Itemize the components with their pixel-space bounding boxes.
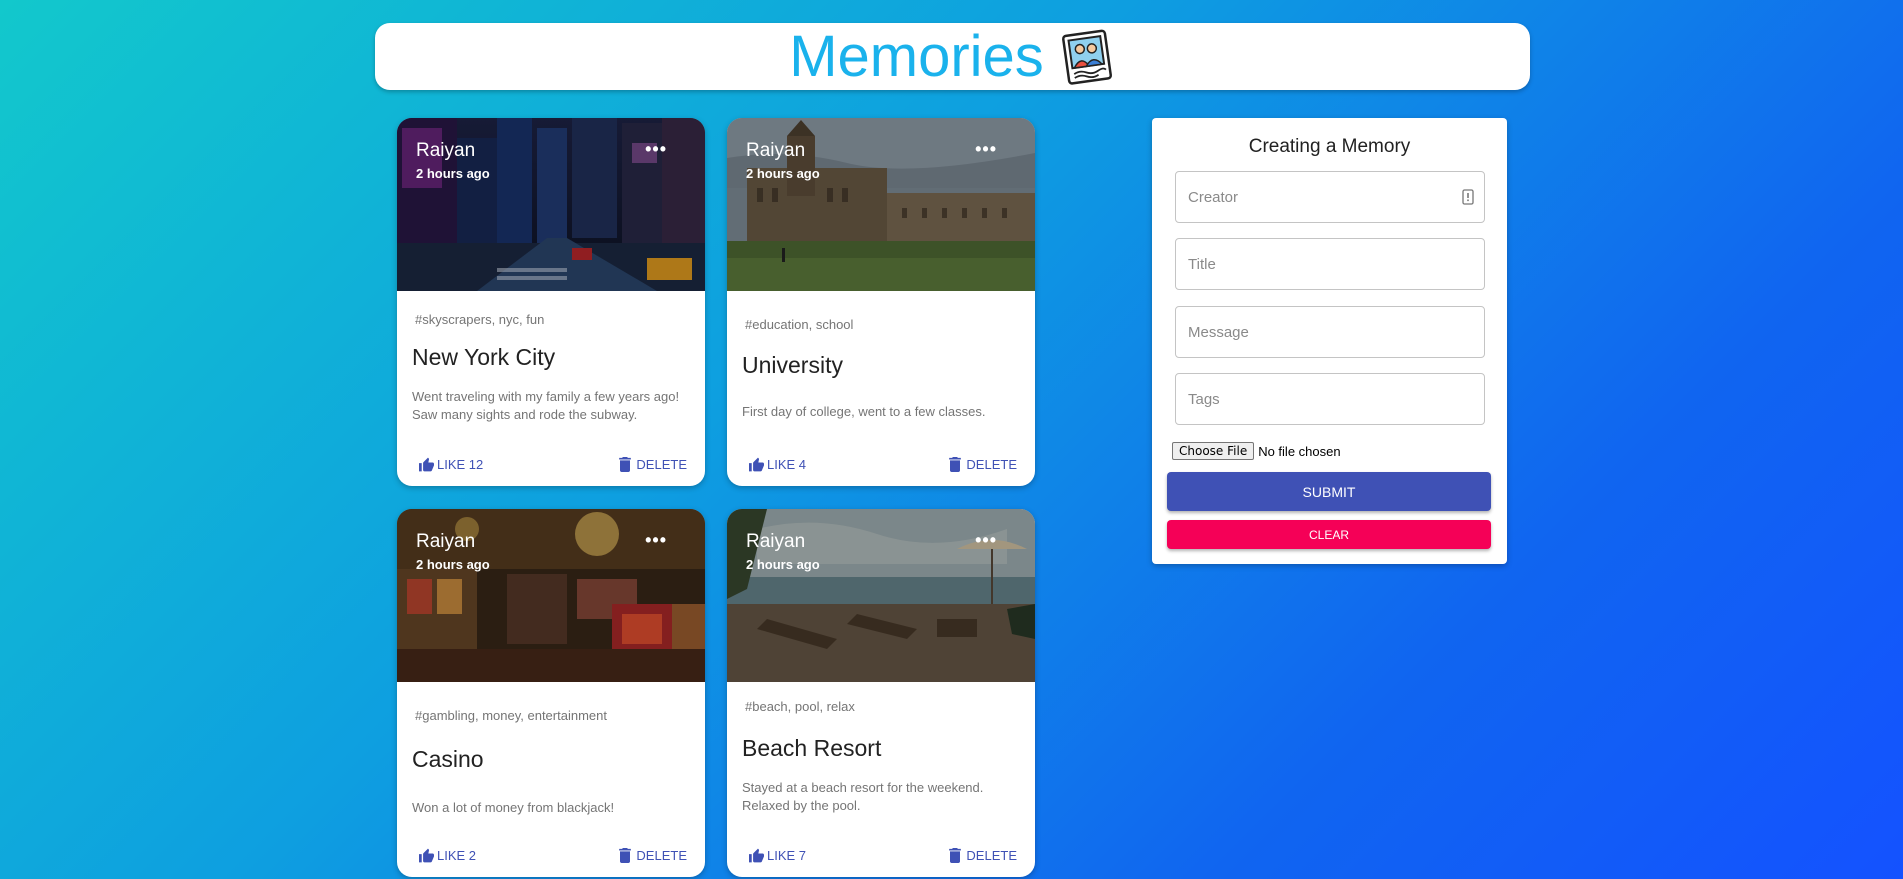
creator-field[interactable] bbox=[1175, 171, 1485, 223]
post-creator: Raiyan bbox=[746, 531, 806, 552]
post-card: Raiyan 2 hours ago ••• #beach, pool, rel… bbox=[727, 509, 1035, 877]
like-label: LIKE 7 bbox=[767, 847, 807, 863]
more-horiz-icon[interactable]: ••• bbox=[645, 531, 667, 549]
delete-label: DELETE bbox=[636, 847, 687, 863]
post-actions: LIKE 2 DELETE bbox=[397, 833, 705, 877]
post-time: 2 hours ago bbox=[746, 557, 820, 572]
post-actions: LIKE 7 DELETE bbox=[727, 833, 1035, 877]
post-message: Stayed at a beach resort for the weekend… bbox=[742, 780, 984, 813]
post-tags: #beach, pool, relax bbox=[745, 699, 855, 714]
post-card: Raiyan 2 hours ago ••• #skyscrapers, nyc… bbox=[397, 118, 705, 486]
delete-label: DELETE bbox=[636, 456, 687, 472]
post-tags: #education, school bbox=[745, 317, 854, 332]
choose-file-button[interactable]: Choose File bbox=[1172, 442, 1255, 460]
post-image-university: Raiyan 2 hours ago ••• bbox=[727, 118, 1035, 291]
more-horiz-icon[interactable]: ••• bbox=[975, 140, 997, 158]
post-image-nyc: Raiyan 2 hours ago ••• bbox=[397, 118, 705, 291]
post-message: Won a lot of money from blackjack! bbox=[412, 800, 615, 815]
post-message: Went traveling with my family a few year… bbox=[412, 389, 680, 422]
message-input[interactable] bbox=[1176, 307, 1484, 357]
post-actions: LIKE 12 DELETE bbox=[397, 442, 705, 486]
trash-icon bbox=[949, 847, 962, 863]
delete-button[interactable]: DELETE bbox=[619, 456, 687, 472]
title-field[interactable] bbox=[1175, 238, 1485, 290]
like-label: LIKE 2 bbox=[437, 847, 477, 863]
post-message: First day of college, went to a few clas… bbox=[742, 404, 986, 419]
delete-button[interactable]: DELETE bbox=[619, 847, 687, 863]
more-horiz-icon[interactable]: ••• bbox=[645, 140, 667, 158]
like-button[interactable]: LIKE 2 bbox=[418, 848, 476, 863]
trash-icon bbox=[619, 847, 632, 863]
post-creator: Raiyan bbox=[416, 531, 476, 552]
app-bar: Memories bbox=[375, 23, 1530, 90]
delete-button[interactable]: DELETE bbox=[949, 847, 1017, 863]
post-image-beach: Raiyan 2 hours ago ••• bbox=[727, 509, 1035, 682]
tags-input[interactable] bbox=[1176, 374, 1484, 424]
post-time: 2 hours ago bbox=[416, 557, 490, 572]
delete-label: DELETE bbox=[966, 456, 1017, 472]
delete-label: DELETE bbox=[966, 847, 1017, 863]
thumb-up-icon bbox=[419, 848, 434, 862]
trash-icon bbox=[619, 456, 632, 472]
autofill-icon bbox=[1462, 189, 1474, 205]
post-title: Casino bbox=[412, 746, 484, 772]
thumb-up-icon bbox=[419, 457, 434, 471]
post-time: 2 hours ago bbox=[746, 166, 820, 181]
post-title: New York City bbox=[412, 344, 556, 370]
like-label: LIKE 12 bbox=[437, 456, 484, 472]
trash-icon bbox=[949, 456, 962, 472]
title-input[interactable] bbox=[1176, 239, 1484, 289]
post-card: Raiyan 2 hours ago ••• #gambling, money,… bbox=[397, 509, 705, 877]
thumb-up-icon bbox=[749, 848, 764, 862]
post-title: University bbox=[742, 352, 843, 378]
clear-button[interactable]: CLEAR bbox=[1167, 520, 1491, 549]
like-button[interactable]: LIKE 7 bbox=[748, 848, 806, 863]
like-label: LIKE 4 bbox=[767, 456, 807, 472]
tags-field[interactable] bbox=[1175, 373, 1485, 425]
form-title: Creating a Memory bbox=[1248, 136, 1411, 157]
message-field[interactable] bbox=[1175, 306, 1485, 358]
post-time: 2 hours ago bbox=[416, 166, 490, 181]
post-title: Beach Resort bbox=[742, 735, 882, 761]
post-creator: Raiyan bbox=[416, 140, 476, 161]
memory-form: Creating a Memory Choose File No file ch… bbox=[1152, 118, 1507, 564]
post-tags: #skyscrapers, nyc, fun bbox=[415, 312, 545, 327]
post-image-casino: Raiyan 2 hours ago ••• bbox=[397, 509, 705, 682]
more-horiz-icon[interactable]: ••• bbox=[975, 531, 997, 549]
app-title: Memories bbox=[789, 24, 1044, 89]
like-button[interactable]: LIKE 4 bbox=[748, 457, 806, 472]
file-input: Choose File No file chosen bbox=[1172, 442, 1341, 460]
post-creator: Raiyan bbox=[746, 140, 806, 161]
submit-button[interactable]: SUBMIT bbox=[1167, 472, 1491, 511]
like-button[interactable]: LIKE 12 bbox=[418, 457, 483, 472]
file-status: No file chosen bbox=[1258, 443, 1341, 459]
photo-memories-icon bbox=[1061, 29, 1112, 85]
post-actions: LIKE 4 DELETE bbox=[727, 442, 1035, 486]
creator-input[interactable] bbox=[1176, 172, 1484, 222]
delete-button[interactable]: DELETE bbox=[949, 456, 1017, 472]
post-tags: #gambling, money, entertainment bbox=[415, 708, 607, 723]
post-card: Raiyan 2 hours ago ••• #education, schoo… bbox=[727, 118, 1035, 486]
thumb-up-icon bbox=[749, 457, 764, 471]
